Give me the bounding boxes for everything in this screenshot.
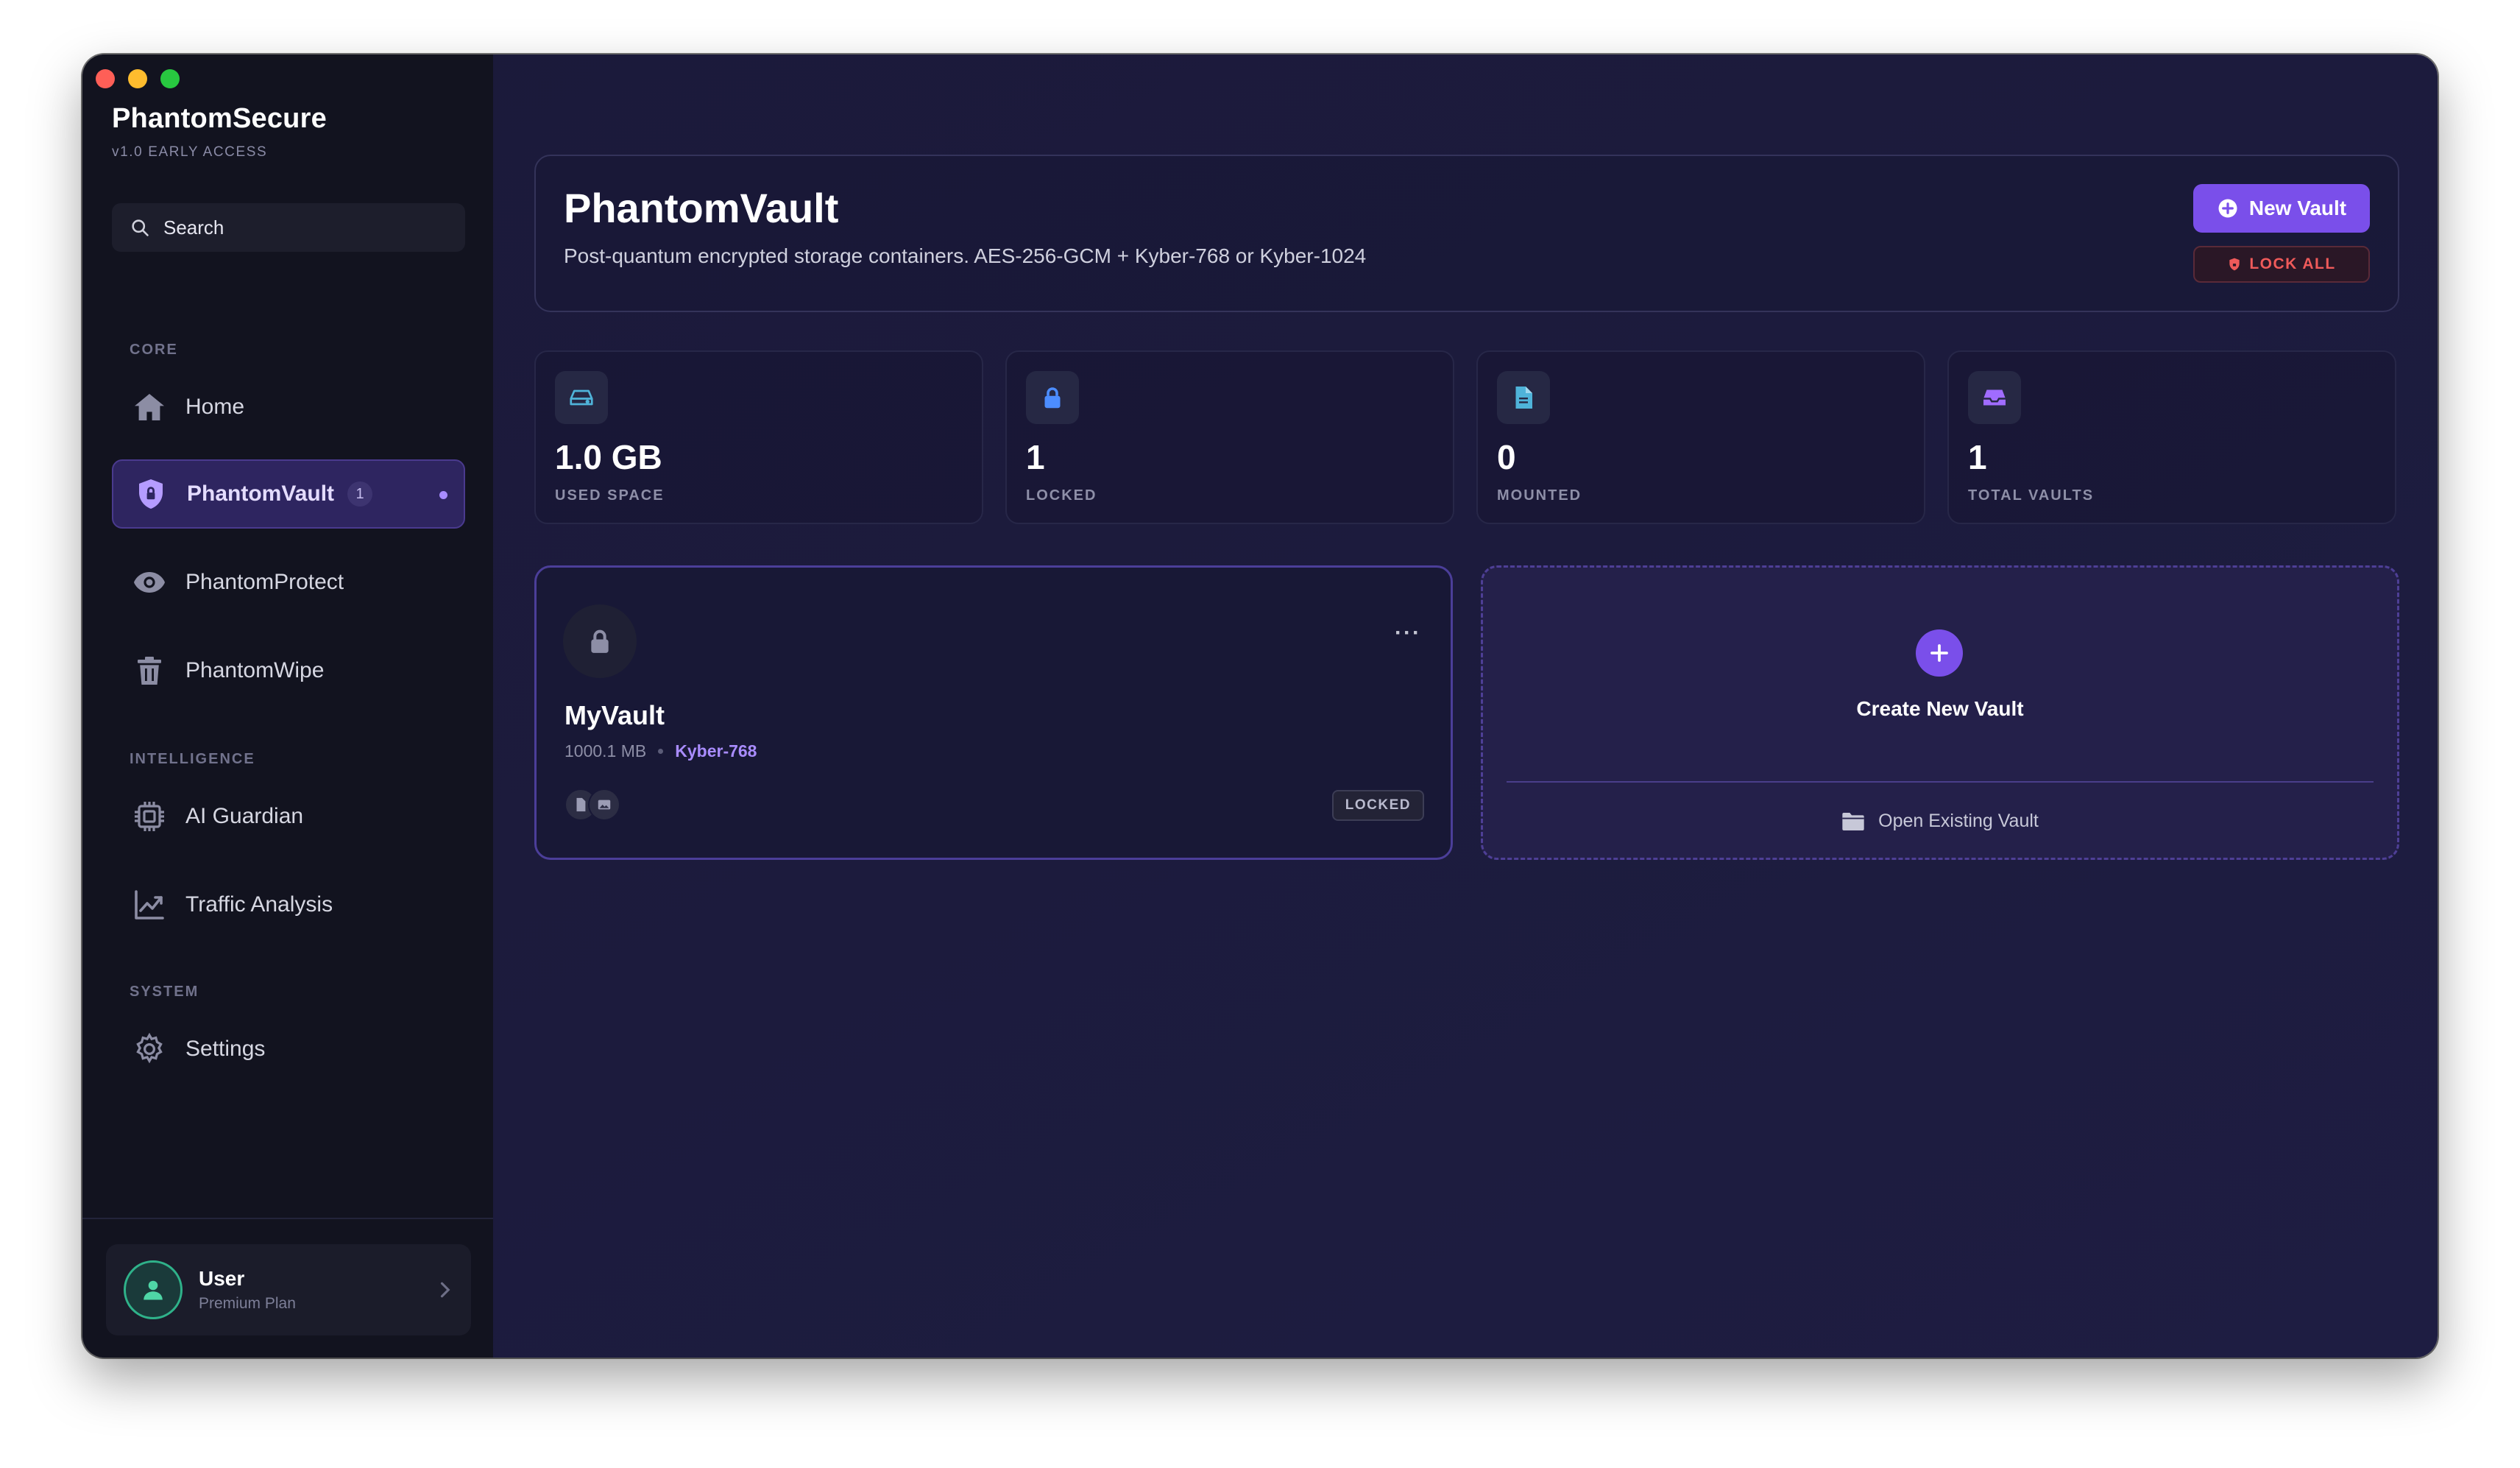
vault-meta: 1000.1 MB Kyber-768 [564,741,757,761]
sidebar-item-label: PhantomWipe [185,658,325,682]
stat-card-used-space: 1.0 GB USED SPACE [534,350,983,524]
create-vault-card: Create New Vault Open Existing Vault [1481,565,2399,860]
user-name: User [199,1267,245,1290]
app-name: PhantomSecure [112,103,327,134]
stat-card-total-vaults: 1 TOTAL VAULTS [1947,350,2396,524]
eye-icon [131,564,168,601]
plus-circle-icon [2218,199,2237,218]
open-existing-label: Open Existing Vault [1878,811,2039,831]
page-title: PhantomVault [564,185,839,231]
chevron-right-icon [440,1282,450,1298]
chart-line-icon [131,886,168,923]
status-badge: LOCKED [1331,790,1424,821]
avatar [124,1260,183,1319]
maximize-window-button[interactable] [160,69,180,88]
stat-label: MOUNTED [1497,487,1582,504]
lock-icon [563,604,637,678]
sidebar-item-label: AI Guardian [185,804,304,828]
sidebar: PhantomSecure v1.0 EARLY ACCESS Search C… [82,54,493,1358]
stat-value: 1 [1026,438,1045,476]
sidebar-item-phantomprotect[interactable]: PhantomProtect [112,548,465,617]
vault-algorithm: Kyber-768 [675,741,757,761]
vault-menu-button[interactable]: ··· [1395,621,1421,646]
sidebar-item-label: Settings [185,1037,266,1061]
vault-file-types [564,788,620,821]
drive-icon [555,371,608,424]
vault-size: 1000.1 MB [564,741,647,761]
open-existing-vault-button[interactable]: Open Existing Vault [1483,811,2397,832]
page-subtitle: Post-quantum encrypted storage container… [564,244,1367,267]
search-icon [132,219,149,236]
stat-value: 1.0 GB [555,438,662,476]
stat-value: 1 [1968,438,1987,476]
vault-count-badge: 1 [347,481,373,507]
lock-all-button[interactable]: LOCK ALL [2193,246,2370,283]
sidebar-item-ai-guardian[interactable]: AI Guardian [112,782,465,851]
page-header: PhantomVault Post-quantum encrypted stor… [534,155,2399,312]
vault-name: MyVault [564,700,665,730]
user-icon [144,1280,163,1300]
main-content: PhantomVault Post-quantum encrypted stor… [493,54,2438,1358]
gear-icon [131,1031,168,1068]
search-input[interactable]: Search [112,203,465,252]
sidebar-item-settings[interactable]: Settings [112,1014,465,1084]
lock-all-label: LOCK ALL [2249,255,2336,272]
sidebar-item-label: Home [185,395,245,419]
folder-icon [1842,812,1864,830]
active-indicator-dot [439,491,447,499]
sidebar-item-home[interactable]: Home [112,373,465,442]
section-label-intelligence: INTELLIGENCE [130,751,255,767]
sidebar-item-label: Traffic Analysis [185,892,333,917]
stat-label: USED SPACE [555,487,665,504]
sidebar-item-label: PhantomVault [187,481,335,506]
trash-icon [131,652,168,689]
sidebar-item-traffic-analysis[interactable]: Traffic Analysis [112,870,465,939]
sidebar-item-label: PhantomProtect [185,570,344,594]
close-window-button[interactable] [96,69,115,88]
sidebar-item-phantomwipe[interactable]: PhantomWipe [112,636,465,705]
search-placeholder: Search [163,216,224,239]
inbox-icon [1968,371,2021,424]
cpu-icon [131,798,168,835]
section-label-system: SYSTEM [130,984,199,1000]
user-profile-card[interactable]: User Premium Plan [106,1244,471,1335]
stat-label: LOCKED [1026,487,1097,504]
file-icon [1497,371,1550,424]
sidebar-divider [82,1218,493,1219]
sidebar-item-phantomvault[interactable]: PhantomVault 1 [112,459,465,529]
shield-lock-icon [2229,258,2240,271]
lock-icon [1026,371,1079,424]
home-icon [131,389,168,426]
app-window: PhantomSecure v1.0 EARLY ACCESS Search C… [82,54,2438,1358]
app-version: v1.0 EARLY ACCESS [112,144,268,160]
stat-value: 0 [1497,438,1516,476]
meta-separator [658,749,664,754]
new-vault-button[interactable]: New Vault [2193,184,2370,233]
stat-label: TOTAL VAULTS [1968,487,2095,504]
section-label-core: CORE [130,342,178,358]
user-plan: Premium Plan [199,1295,296,1312]
user-info: User Premium Plan [199,1267,296,1313]
create-new-vault-button[interactable]: Create New Vault [1483,697,2397,721]
window-controls [96,69,180,88]
plus-icon[interactable] [1916,629,1963,677]
vault-card[interactable]: ··· MyVault 1000.1 MB Kyber-768 LOCKED [534,565,1453,860]
minimize-window-button[interactable] [128,69,147,88]
stat-card-mounted: 0 MOUNTED [1476,350,1925,524]
create-card-divider [1507,781,2374,783]
image-icon [588,788,620,821]
new-vault-label: New Vault [2248,197,2347,219]
shield-icon [132,476,169,512]
stat-card-locked: 1 LOCKED [1005,350,1454,524]
